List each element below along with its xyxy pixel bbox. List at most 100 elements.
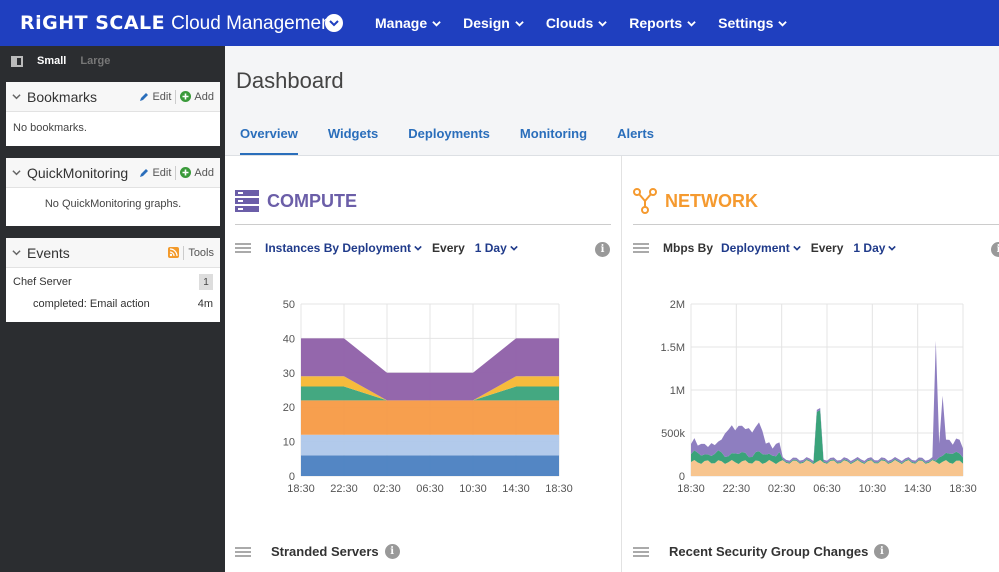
compute-title: COMPUTE: [267, 190, 357, 211]
compute-period-dropdown[interactable]: 1 Day: [475, 241, 518, 255]
y-tick-label: 1M: [670, 385, 685, 397]
nav-reports[interactable]: Reports: [629, 15, 696, 31]
x-tick-label: 06:30: [416, 483, 444, 495]
network-metric-label: Deployment: [721, 241, 790, 255]
brand[interactable]: RiGHT SCALE Cloud Management: [20, 12, 337, 35]
main-nav: Manage Design Clouds Reports Settings: [375, 0, 788, 46]
info-icon[interactable]: i: [384, 544, 400, 559]
nav-manage-label: Manage: [375, 15, 428, 31]
chevron-down-icon[interactable]: [12, 168, 21, 177]
plus-circle-icon: [180, 91, 192, 102]
network-controls: Mbps By Deployment Every 1 Day: [633, 241, 897, 255]
bookmarks-add-button[interactable]: Add: [180, 91, 214, 103]
events-panel: Events Tools Chef Server 1 completed: Em…: [6, 238, 220, 322]
chevron-down-icon: [687, 20, 696, 27]
nav-design[interactable]: Design: [463, 15, 524, 31]
sidebar: Small Large Bookmarks Edit Add No bookma…: [0, 46, 225, 572]
nav-reports-label: Reports: [629, 15, 683, 31]
divider: [175, 165, 177, 180]
network-header: NETWORK: [633, 188, 758, 214]
quickmonitoring-panel: QuickMonitoring Edit Add No QuickMonitor…: [6, 158, 220, 226]
drag-handle-icon[interactable]: [633, 546, 649, 557]
x-tick-label: 14:30: [904, 483, 932, 495]
network-title: NETWORK: [665, 190, 758, 211]
top-bar: RiGHT SCALE Cloud Management Manage Desi…: [0, 0, 999, 46]
compute-period-label: 1 Day: [474, 241, 507, 255]
menu-toggle-button[interactable]: [325, 14, 343, 32]
nav-manage[interactable]: Manage: [375, 15, 441, 31]
info-icon[interactable]: i: [595, 242, 610, 257]
drag-handle-icon[interactable]: [633, 243, 649, 253]
bookmarks-empty: No bookmarks.: [13, 122, 87, 134]
nav-design-label: Design: [463, 15, 510, 31]
x-tick-label: 14:30: [502, 483, 530, 495]
size-small-option[interactable]: Small: [37, 55, 66, 67]
nav-clouds-label: Clouds: [545, 15, 594, 31]
network-period-dropdown[interactable]: 1 Day: [853, 241, 897, 255]
info-icon[interactable]: i: [991, 242, 999, 257]
chevron-down-icon: [778, 20, 788, 27]
x-tick-label: 10:30: [459, 483, 487, 495]
x-tick-label: 10:30: [859, 483, 887, 495]
chevron-down-icon: [515, 20, 524, 27]
chevron-down-icon[interactable]: [12, 92, 21, 101]
network-divider: [633, 224, 999, 225]
bookmarks-edit-button[interactable]: Edit: [139, 91, 171, 103]
chevron-down-icon: [329, 20, 339, 27]
column-divider: [621, 156, 622, 572]
event-item[interactable]: Chef Server 1: [6, 274, 220, 290]
dashboard-tabs: Overview Widgets Deployments Monitoring …: [240, 126, 654, 155]
nav-settings[interactable]: Settings: [718, 15, 788, 31]
chevron-down-icon[interactable]: [12, 248, 21, 257]
chevron-down-icon: [510, 245, 518, 251]
x-tick-label: 18:30: [545, 483, 573, 495]
quickmonitoring-empty: No QuickMonitoring graphs.: [44, 198, 182, 210]
sidebar-panel-icon[interactable]: [11, 55, 23, 67]
tab-monitoring[interactable]: Monitoring: [520, 126, 587, 155]
tab-overview[interactable]: Overview: [240, 126, 298, 155]
compute-header: COMPUTE: [235, 190, 357, 212]
stranded-servers-header: Stranded Servers i: [235, 544, 400, 559]
drag-handle-icon[interactable]: [235, 243, 251, 253]
quickmonitoring-add-button[interactable]: Add: [180, 167, 214, 179]
compute-every-label: Every: [432, 241, 465, 255]
x-tick-label: 18:30: [677, 483, 705, 495]
main-area: Dashboard Overview Widgets Deployments M…: [225, 46, 999, 572]
size-large-option[interactable]: Large: [80, 55, 110, 67]
network-nodes-icon: [633, 188, 657, 214]
x-tick-label: 18:30: [949, 483, 977, 495]
x-tick-label: 22:30: [330, 483, 358, 495]
compute-chart: 0 10 20 30 40 50 18:30 22:30 02:30 06:30 10:30 14:3…: [283, 299, 573, 495]
x-tick-label: 22:30: [723, 483, 751, 495]
y-tick-label: 500k: [661, 428, 685, 440]
tab-widgets[interactable]: Widgets: [328, 126, 378, 155]
event-item-detail: completed: Email action: [33, 298, 150, 310]
dashboard-content: COMPUTE Instances By Deployment Every 1 …: [225, 156, 999, 572]
network-metric-dropdown[interactable]: Deployment: [721, 241, 801, 255]
tab-alerts[interactable]: Alerts: [617, 126, 654, 155]
nav-clouds[interactable]: Clouds: [545, 15, 608, 31]
security-group-changes-title: Recent Security Group Changes: [669, 544, 869, 559]
event-item-title: Chef Server: [13, 276, 72, 288]
y-tick-label: 0: [289, 471, 295, 483]
quickmonitoring-edit-label: Edit: [152, 166, 172, 179]
series-area-1: [301, 434, 559, 456]
rss-icon[interactable]: [168, 247, 180, 258]
tab-deployments[interactable]: Deployments: [408, 126, 490, 155]
events-tools-button[interactable]: Tools: [188, 247, 214, 259]
compute-metric-dropdown[interactable]: Instances By Deployment: [265, 241, 422, 255]
events-title: Events: [27, 244, 70, 261]
pencil-icon: [140, 168, 149, 177]
server-stack-icon: [235, 190, 259, 212]
sidebar-size-toggle: Small Large: [0, 46, 225, 76]
plus-circle-icon: [180, 167, 192, 178]
info-icon[interactable]: i: [874, 544, 890, 559]
network-chart: 0 500k 1M 1.5M 2M 18:30 22:30 02:30 06:30 10:30 14…: [661, 299, 977, 495]
y-tick-label: 40: [283, 333, 295, 345]
nav-settings-label: Settings: [718, 15, 774, 31]
quickmonitoring-edit-button[interactable]: Edit: [139, 167, 171, 179]
drag-handle-icon[interactable]: [235, 546, 251, 557]
x-tick-label: 02:30: [373, 483, 401, 495]
page-title: Dashboard: [236, 68, 344, 93]
x-tick-label: 06:30: [813, 483, 841, 495]
